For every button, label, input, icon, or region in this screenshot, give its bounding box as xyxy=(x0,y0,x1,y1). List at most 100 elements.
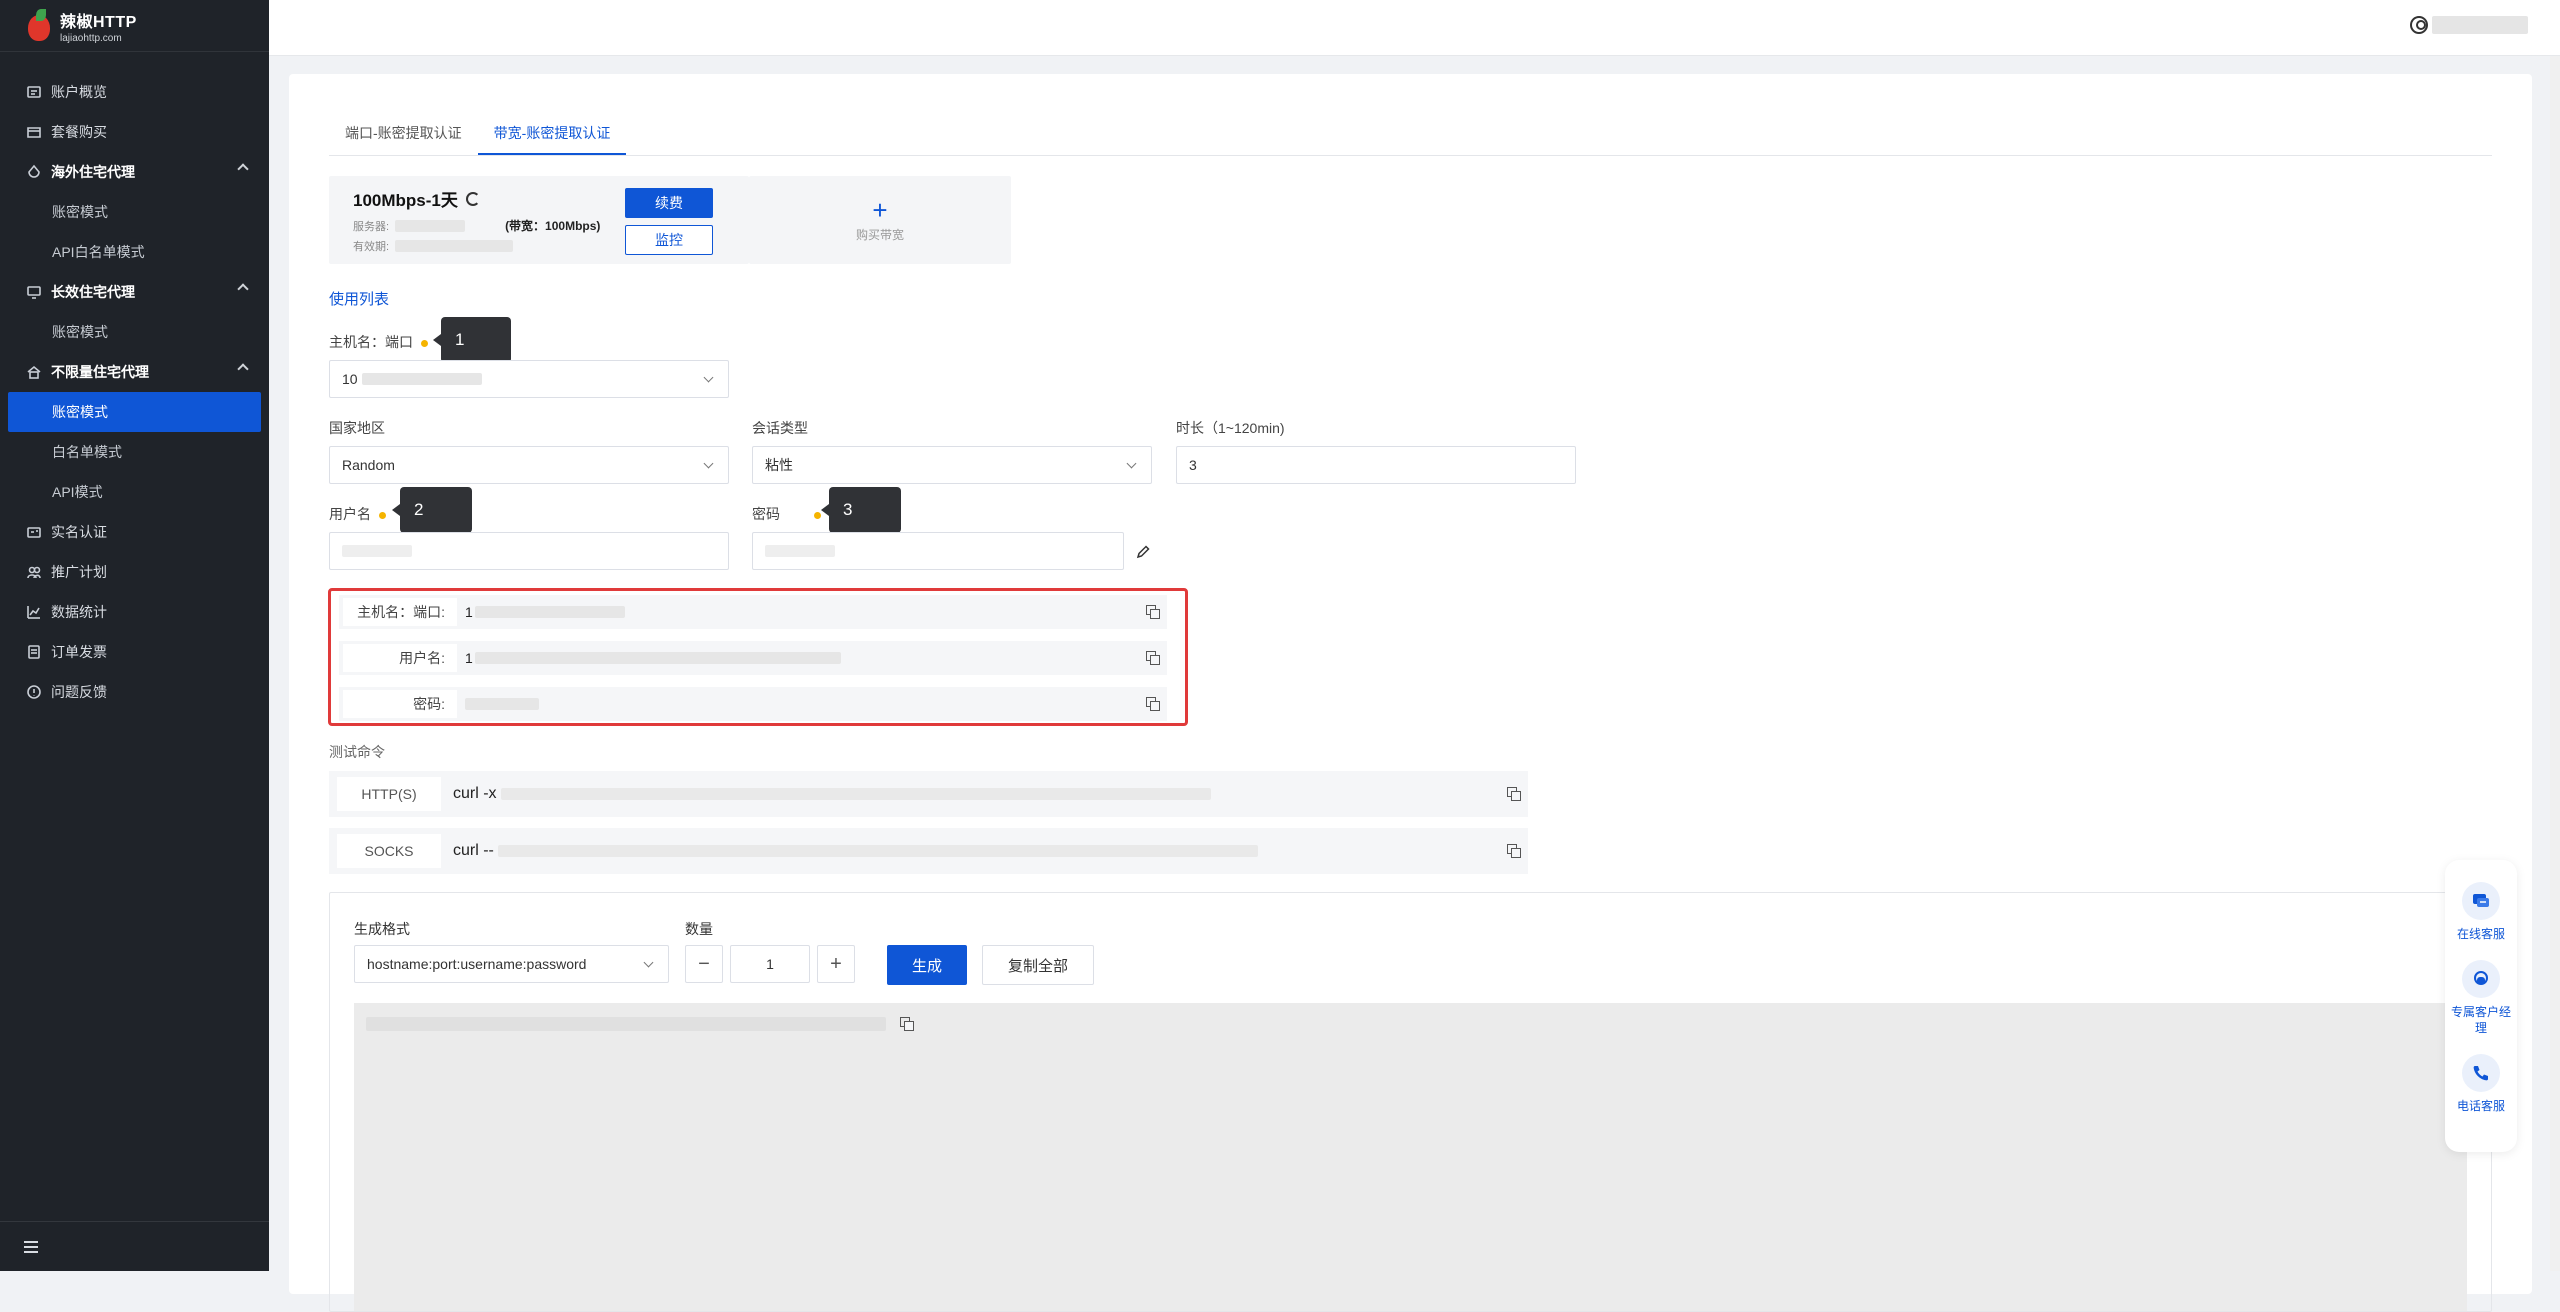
result-user-label: 用户名: xyxy=(343,644,457,672)
invoice-icon xyxy=(26,644,42,660)
sidebar-item-label: 账户概览 xyxy=(51,84,107,100)
generate-button[interactable]: 生成 xyxy=(887,945,967,985)
sidebar-item-11[interactable]: 实名认证 xyxy=(0,512,269,552)
sidebar-item-12[interactable]: 推广计划 xyxy=(0,552,269,592)
sidebar-item-13[interactable]: 数据统计 xyxy=(0,592,269,632)
phone-support-button[interactable]: 电话客服 xyxy=(2449,1054,2513,1114)
sidebar-item-5[interactable]: 长效住宅代理 xyxy=(0,272,269,312)
tooltip-1: 1 xyxy=(433,317,511,363)
main-panel: 端口-账密提取认证 带宽-账密提取认证 100Mbps-1天 服务器: (带宽：… xyxy=(289,74,2532,1312)
edit-pencil-icon[interactable] xyxy=(1135,544,1151,560)
host-port-value: 10 xyxy=(342,371,358,387)
http-command: curl -x xyxy=(453,785,497,802)
socks-label: SOCKS xyxy=(337,834,441,868)
sidebar-item-0[interactable]: 账户概览 xyxy=(0,72,269,112)
sidebar-item-2[interactable]: 海外住宅代理 xyxy=(0,152,269,192)
host-port-select[interactable]: 10 xyxy=(329,360,729,398)
result-host-value: 1 xyxy=(465,604,473,620)
page-scrollbar[interactable] xyxy=(2550,56,2560,1271)
headset-icon xyxy=(2462,960,2500,998)
host-port-label: 主机名：端口 xyxy=(329,332,428,352)
copy-icon[interactable] xyxy=(1146,697,1160,711)
chart-icon xyxy=(26,604,42,620)
service-float-panel: 在线客服 专属客户经理 电话客服 xyxy=(2445,860,2517,1152)
brand-domain: lajiaohttp.com xyxy=(60,32,122,44)
package-icon xyxy=(26,124,42,140)
id-card-icon xyxy=(26,524,42,540)
expiry-label: 有效期: xyxy=(353,241,390,253)
http-command-redacted xyxy=(500,788,1211,800)
result-row-password: 密码: xyxy=(339,687,1167,721)
sidebar-item-14[interactable]: 订单发票 xyxy=(0,632,269,672)
quantity-decrement-button[interactable]: − xyxy=(685,945,723,983)
copy-icon[interactable] xyxy=(1507,787,1521,801)
copy-icon[interactable] xyxy=(1507,844,1521,858)
sidebar-item-label: API模式 xyxy=(52,484,103,500)
username-input[interactable] xyxy=(329,532,729,570)
duration-value: 3 xyxy=(1189,457,1197,473)
chili-logo-icon xyxy=(24,8,54,43)
account-manager-label: 专属客户经理 xyxy=(2450,1005,2511,1035)
result-pass-redacted xyxy=(465,698,539,710)
quantity-label: 数量 xyxy=(685,921,713,937)
sidebar-item-15[interactable]: 问题反馈 xyxy=(0,672,269,712)
format-select[interactable]: hostname:port:username:password xyxy=(354,945,669,983)
buy-bandwidth-card[interactable]: + 购买带宽 xyxy=(749,176,1011,264)
host-port-label-text: 主机名：端口 xyxy=(329,334,413,350)
hint-dot xyxy=(814,511,821,519)
country-select[interactable]: Random xyxy=(329,446,729,484)
country-value: Random xyxy=(342,457,395,473)
usage-list-link[interactable]: 使用列表 xyxy=(329,288,389,309)
quantity-increment-button[interactable]: + xyxy=(817,945,855,983)
generator-card: 生成格式 hostname:port:username:password 数量 … xyxy=(329,892,2492,1312)
password-input[interactable] xyxy=(752,532,1124,570)
sidebar-item-3[interactable]: 账密模式 xyxy=(0,192,269,232)
result-row-username: 用户名: 1 xyxy=(339,641,1167,675)
sidebar-item-7[interactable]: 不限量住宅代理 xyxy=(0,352,269,392)
collapse-menu-button[interactable] xyxy=(0,1221,269,1271)
result-user-redacted xyxy=(474,652,841,664)
user-menu[interactable] xyxy=(2410,16,2528,34)
password-label-text: 密码 xyxy=(752,506,780,522)
sidebar-item-8[interactable]: 账密模式 xyxy=(8,392,261,432)
chevron-up-icon xyxy=(237,363,249,375)
copy-icon[interactable] xyxy=(1146,651,1160,665)
refresh-icon[interactable] xyxy=(465,191,480,206)
sidebar-item-10[interactable]: API模式 xyxy=(0,472,269,512)
sidebar-menu: 账户概览 套餐购买 海外住宅代理 账密模式 API白名单模式 长效住宅代理 账密模式 不限量住… xyxy=(0,52,269,712)
sidebar-item-6[interactable]: 账密模式 xyxy=(0,312,269,352)
socks-command: curl -- xyxy=(453,842,494,859)
username-redacted xyxy=(342,545,412,557)
online-support-label: 在线客服 xyxy=(2456,927,2505,941)
brand-name: 辣椒HTTP xyxy=(60,13,137,31)
tab-bandwidth-auth[interactable]: 带宽-账密提取认证 xyxy=(477,116,627,155)
account-manager-button[interactable]: 专属客户经理 xyxy=(2449,960,2513,1036)
sidebar-item-label: 数据统计 xyxy=(51,604,107,620)
logo[interactable]: 辣椒HTTP lajiaohttp.com xyxy=(0,0,269,52)
copy-all-button[interactable]: 复制全部 xyxy=(982,945,1094,985)
phone-icon xyxy=(2462,1054,2500,1092)
renew-button[interactable]: 续费 xyxy=(625,188,713,218)
sidebar-item-label: 推广计划 xyxy=(51,564,107,580)
feedback-icon xyxy=(26,684,42,700)
tab-port-auth[interactable]: 端口-账密提取认证 xyxy=(329,116,478,155)
username-redacted xyxy=(2432,16,2528,34)
copy-icon[interactable] xyxy=(900,1017,914,1031)
monitor-button[interactable]: 监控 xyxy=(625,225,713,255)
dashboard-icon xyxy=(26,84,42,100)
copy-icon[interactable] xyxy=(1146,605,1160,619)
tooltip-2: 2 xyxy=(392,487,472,533)
duration-input[interactable]: 3 xyxy=(1176,446,1576,484)
online-support-button[interactable]: 在线客服 xyxy=(2449,882,2513,942)
sidebar-item-4[interactable]: API白名单模式 xyxy=(0,232,269,272)
country-label: 国家地区 xyxy=(329,420,385,436)
format-label: 生成格式 xyxy=(354,921,410,937)
test-command-title: 测试命令 xyxy=(329,744,385,760)
session-type-select[interactable]: 粘性 xyxy=(752,446,1152,484)
sidebar-item-9[interactable]: 白名单模式 xyxy=(0,432,269,472)
quantity-input[interactable]: 1 xyxy=(730,945,810,983)
residential-icon xyxy=(26,164,42,180)
socks-command-redacted xyxy=(497,845,1258,857)
username-label-text: 用户名 xyxy=(329,506,371,522)
sidebar-item-1[interactable]: 套餐购买 xyxy=(0,112,269,152)
